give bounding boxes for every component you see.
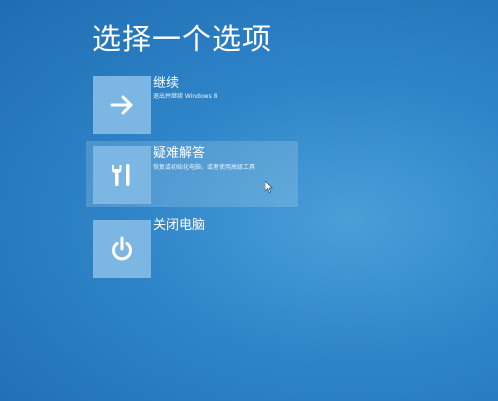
option-continue-title: 继续: [153, 76, 180, 91]
option-troubleshoot-title: 疑难解答: [153, 146, 206, 161]
option-troubleshoot[interactable]: 疑难解答 恢复或初始化电脑，或者使用高级工具: [86, 141, 298, 207]
shutdown-tile: [93, 220, 151, 278]
continue-tile: [93, 76, 151, 134]
option-troubleshoot-desc: 恢复或初始化电脑，或者使用高级工具: [153, 164, 256, 171]
option-continue[interactable]: 继续 退出并继续 Windows 8: [86, 72, 298, 136]
troubleshoot-tile: [93, 146, 151, 204]
option-shutdown[interactable]: 关闭电脑: [86, 213, 298, 279]
page-title: 选择一个选项: [92, 22, 273, 56]
tools-icon: [112, 164, 130, 186]
option-continue-desc: 退出并继续 Windows 8: [153, 93, 218, 100]
power-icon: [112, 236, 132, 261]
option-shutdown-title: 关闭电脑: [153, 218, 206, 233]
arrow-right-icon: [110, 95, 133, 115]
mouse-cursor-icon: [265, 181, 273, 193]
